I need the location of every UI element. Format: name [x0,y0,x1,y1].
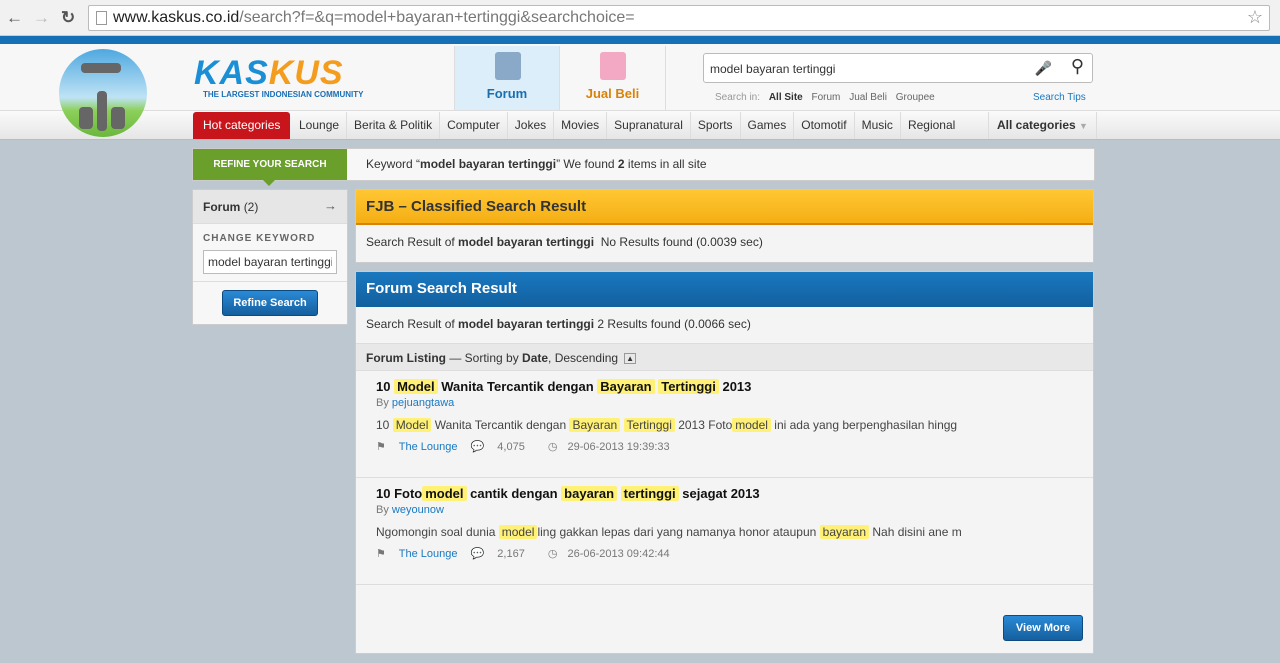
keyword-highlight: Tertinggi [623,418,675,432]
keyword-highlight: Tertinggi [658,379,719,394]
forum-result-text: Search Result of model bayaran tertinggi… [366,317,751,331]
tab-forum[interactable]: Forum [454,46,560,110]
microphone-icon[interactable]: 🎤 [1035,60,1052,77]
comment-icon: 💬 [470,548,485,560]
fjb-result-text: Search Result of model bayaran tertinggi… [366,235,763,249]
keyword-highlight: model [498,525,538,539]
reply-count: 2,167 [497,548,525,560]
keyword-highlight: model [422,486,467,501]
scope-jual-beli[interactable]: Jual Beli [849,92,887,103]
arrow-right-icon: → [324,198,337,213]
result-item: 10 Model Wanita Tercantik dengan Bayaran… [356,371,1093,478]
tagline: THE LARGEST INDONESIAN COMMUNITY [203,90,364,99]
result-meta: ⚑ The Lounge 💬 2,167 ◷ 26-06-2013 09:42:4… [376,547,1073,560]
address-bar[interactable]: www.kaskus.co.id/search?f=&q=model+bayar… [88,5,1270,31]
refine-bar: REFINE YOUR SEARCH Keyword “model bayara… [192,148,1095,186]
search-icon[interactable]: ⚲ [1071,56,1084,77]
back-icon[interactable]: ← [6,8,23,28]
category-supranatural[interactable]: Supranatural [607,112,691,139]
kaskus-logo[interactable]: KASKUS [194,56,344,90]
category-music[interactable]: Music [855,112,901,139]
clock-icon: ◷ [547,441,558,453]
change-keyword-label: CHANGE KEYWORD [203,233,316,244]
forum-result-panel: Forum Search Result Search Result of mod… [355,271,1094,654]
top-bar [0,36,1280,44]
keyword-highlight: bayaran [819,525,870,539]
refine-your-search-tag: REFINE YOUR SEARCH [193,149,347,186]
view-more-button[interactable]: View More [1003,615,1083,641]
keyword-input[interactable] [203,250,337,274]
post-date: 29-06-2013 19:39:33 [567,441,670,453]
cart-icon [600,52,626,80]
forum-listing-header: Forum Listing — Sorting by Date, Descend… [356,343,1093,371]
tab-jual-beli[interactable]: Jual Beli [560,46,666,110]
forum-title: Forum Search Result [356,272,1093,307]
keyword-highlight: Bayaran [597,379,655,394]
category-otomotif[interactable]: Otomotif [794,112,855,139]
scope-all-site[interactable]: All Site [769,92,803,103]
category-games[interactable]: Games [741,112,795,139]
refine-search-button[interactable]: Refine Search [222,290,318,316]
fjb-result-panel: FJB – Classified Search Result Search Re… [355,189,1094,263]
category-computer[interactable]: Computer [440,112,508,139]
clock-icon: ◷ [547,548,558,560]
url-path: /search?f=&q=model+bayaran+tertinggi&sea… [239,9,635,26]
category-sports[interactable]: Sports [691,112,741,139]
keyword-highlight: Bayaran [569,418,621,432]
result-snippet: Ngomongin soal dunia model ling gakkan le… [376,525,962,539]
url-host: www.kaskus.co.id [113,9,240,26]
refine-sidebar: Forum (2) → CHANGE KEYWORD Refine Search [192,189,348,325]
reload-icon[interactable]: ↻ [61,8,75,28]
result-meta: ⚑ The Lounge 💬 4,075 ◷ 29-06-2013 19:39:3… [376,440,1073,453]
result-author: By pejuangtawa [376,397,455,409]
category-list: Lounge Berita & Politik Computer Jokes M… [292,112,993,139]
category-jokes[interactable]: Jokes [508,112,555,139]
forward-icon[interactable]: → [33,8,50,28]
chevron-down-icon: ▼ [1079,121,1088,131]
keyword-highlight: Model [394,379,438,394]
search-input[interactable]: model bayaran tertinggi 🎤 ⚲ [703,53,1093,83]
search-tips-link[interactable]: Search Tips [1033,92,1086,103]
result-snippet: 10 Model Wanita Tercantik dengan Bayaran… [376,418,958,432]
result-author: By weyounow [376,504,444,516]
search-scope: Search in: All Site Forum Jual Beli Grou… [715,92,935,103]
mascot-image [59,49,147,137]
result-title[interactable]: 10 Foto model cantik dengan bayaran terti… [376,486,1073,501]
scope-forum[interactable]: Forum [812,92,841,103]
browser-toolbar: ← → ↻ www.kaskus.co.id/search?f=&q=model… [0,0,1280,36]
bookmark-star-icon[interactable]: ☆ [1247,7,1263,28]
filter-forum[interactable]: Forum (2) → [193,190,347,224]
category-lounge[interactable]: Lounge [292,112,348,139]
tag-icon: ⚑ [376,441,386,453]
all-categories-dropdown[interactable]: All categories ▼ [988,112,1097,139]
category-berita-politik[interactable]: Berita & Politik [347,112,441,139]
comment-icon: 💬 [470,441,485,453]
tag-icon: ⚑ [376,548,386,560]
author-link[interactable]: pejuangtawa [392,397,454,409]
scope-groupee[interactable]: Groupee [896,92,935,103]
result-title[interactable]: 10 Model Wanita Tercantik dengan Bayaran… [376,379,1073,394]
keyword-highlight: Model [392,418,432,432]
hot-categories-button[interactable]: Hot categories [193,112,291,139]
category-regional[interactable]: Regional [901,112,993,139]
category-movies[interactable]: Movies [554,112,608,139]
forum-icon [495,52,521,80]
fjb-title: FJB – Classified Search Result [356,190,1093,225]
collapse-icon[interactable]: ▲ [624,353,637,365]
result-item: 10 Foto model cantik dengan bayaran terti… [356,478,1093,585]
keyword-summary: Keyword “model bayaran tertinggi” We fou… [366,157,707,171]
keyword-highlight: bayaran [561,486,618,501]
keyword-highlight: model [732,418,771,432]
forum-link[interactable]: The Lounge [399,548,458,560]
reply-count: 4,075 [497,441,525,453]
page-icon [96,11,107,25]
keyword-highlight: tertinggi [620,486,679,501]
forum-link[interactable]: The Lounge [399,441,458,453]
post-date: 26-06-2013 09:42:44 [567,548,670,560]
author-link[interactable]: weyounow [392,504,444,516]
